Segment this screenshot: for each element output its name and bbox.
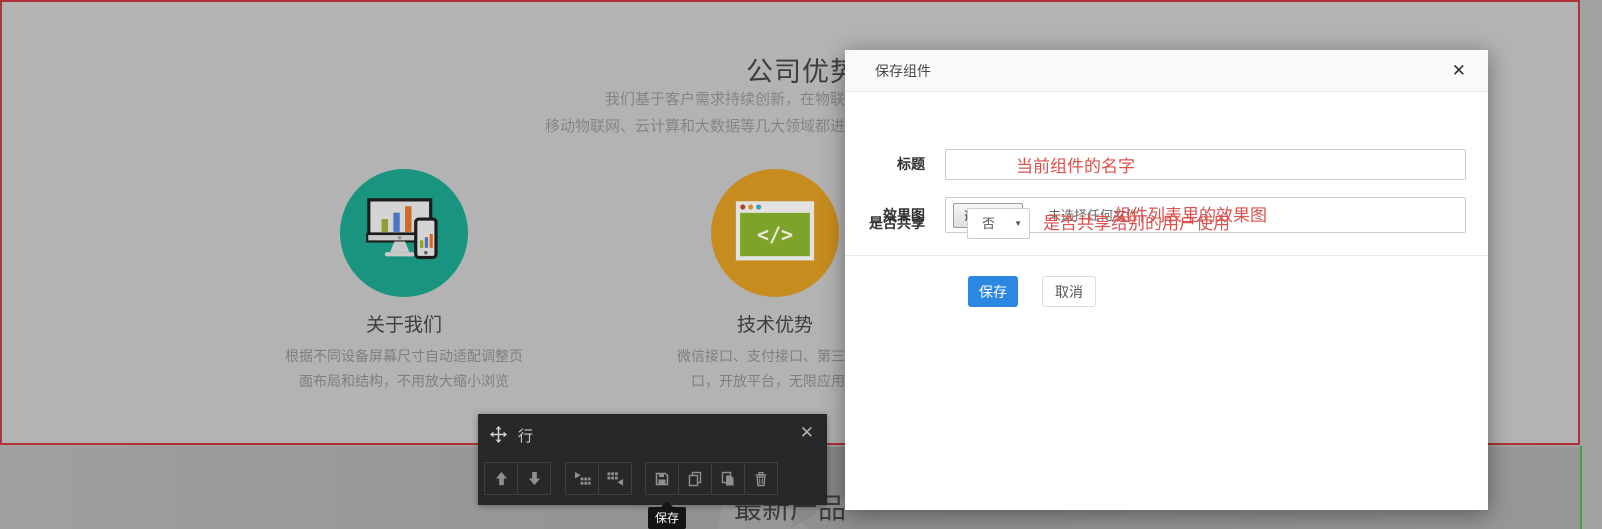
modal-header: 保存组件 ✕ [845,50,1488,92]
modal-cancel-button[interactable]: 取消 [1042,276,1096,307]
hero-description-line2: 移动物联网、云计算和大数据等几大领域都进 [2,113,845,140]
insert-before-button[interactable] [565,462,599,495]
title-field-label: 标题 [845,149,925,180]
toolbar-close-icon[interactable]: ✕ [800,423,814,443]
share-selected-value: 否 [982,209,995,239]
modal-save-button[interactable]: 保存 [968,276,1018,307]
row-toolbar: 行 ✕ [478,414,827,505]
hero-description: 我们基于客户需求持续创新，在物联 移动物联网、云计算和大数据等几大领域都进 [2,86,845,140]
section-selection-outline-green [1580,446,1582,529]
save-icon [654,471,670,487]
title-input[interactable] [945,149,1466,180]
save-row-button[interactable] [645,462,679,495]
paste-row-button[interactable] [711,462,745,495]
insert-after-button[interactable] [598,462,632,495]
share-field-label: 是否共享 [845,208,925,239]
arrow-up-icon [494,471,509,486]
move-down-button[interactable] [517,462,551,495]
tech-advantage-paragraph: 微信接口、支付接口、第三 口，开放平台，无限应用 [600,344,845,394]
code-window-icon: </> [711,169,839,297]
move-up-button[interactable] [484,462,518,495]
save-component-modal: 保存组件 ✕ 标题 效果图 选择文件 未选择任何文件 组件列表里的效果图 是否共… [845,50,1488,510]
arrow-down-icon [527,471,542,486]
about-us-paragraph: 根据不同设备屏幕尺寸自动适配调整页 面布局和结构，不用放大缩小浏览 [234,344,574,394]
responsive-devices-icon [340,169,468,297]
move-handle-icon[interactable] [490,426,507,443]
trash-icon [753,471,769,487]
share-select[interactable]: 否 ▼ [967,208,1030,239]
modal-close-icon[interactable]: ✕ [1452,61,1466,81]
hero-description-line1: 我们基于客户需求持续创新，在物联 [2,86,845,113]
modal-title: 保存组件 [875,50,931,92]
chevron-down-icon: ▼ [1014,209,1022,239]
editor-canvas: 公司优势 我们基于客户需求持续创新，在物联 移动物联网、云计算和大数据等几大领域… [0,0,1602,529]
about-us-heading: 关于我们 [254,310,554,337]
delete-row-button[interactable] [744,462,778,495]
share-annotation: 是否共享给别的用户使用 [1043,208,1230,239]
copy-icon [687,471,703,487]
grid-insert-right-icon [607,470,624,487]
toolbar-row-label: 行 [518,425,533,446]
code-glyph: </> [757,222,793,246]
grid-insert-left-icon [574,470,591,487]
modal-separator [845,255,1488,256]
save-tooltip: 保存 [648,507,686,529]
paste-icon [720,471,736,487]
copy-row-button[interactable] [678,462,712,495]
